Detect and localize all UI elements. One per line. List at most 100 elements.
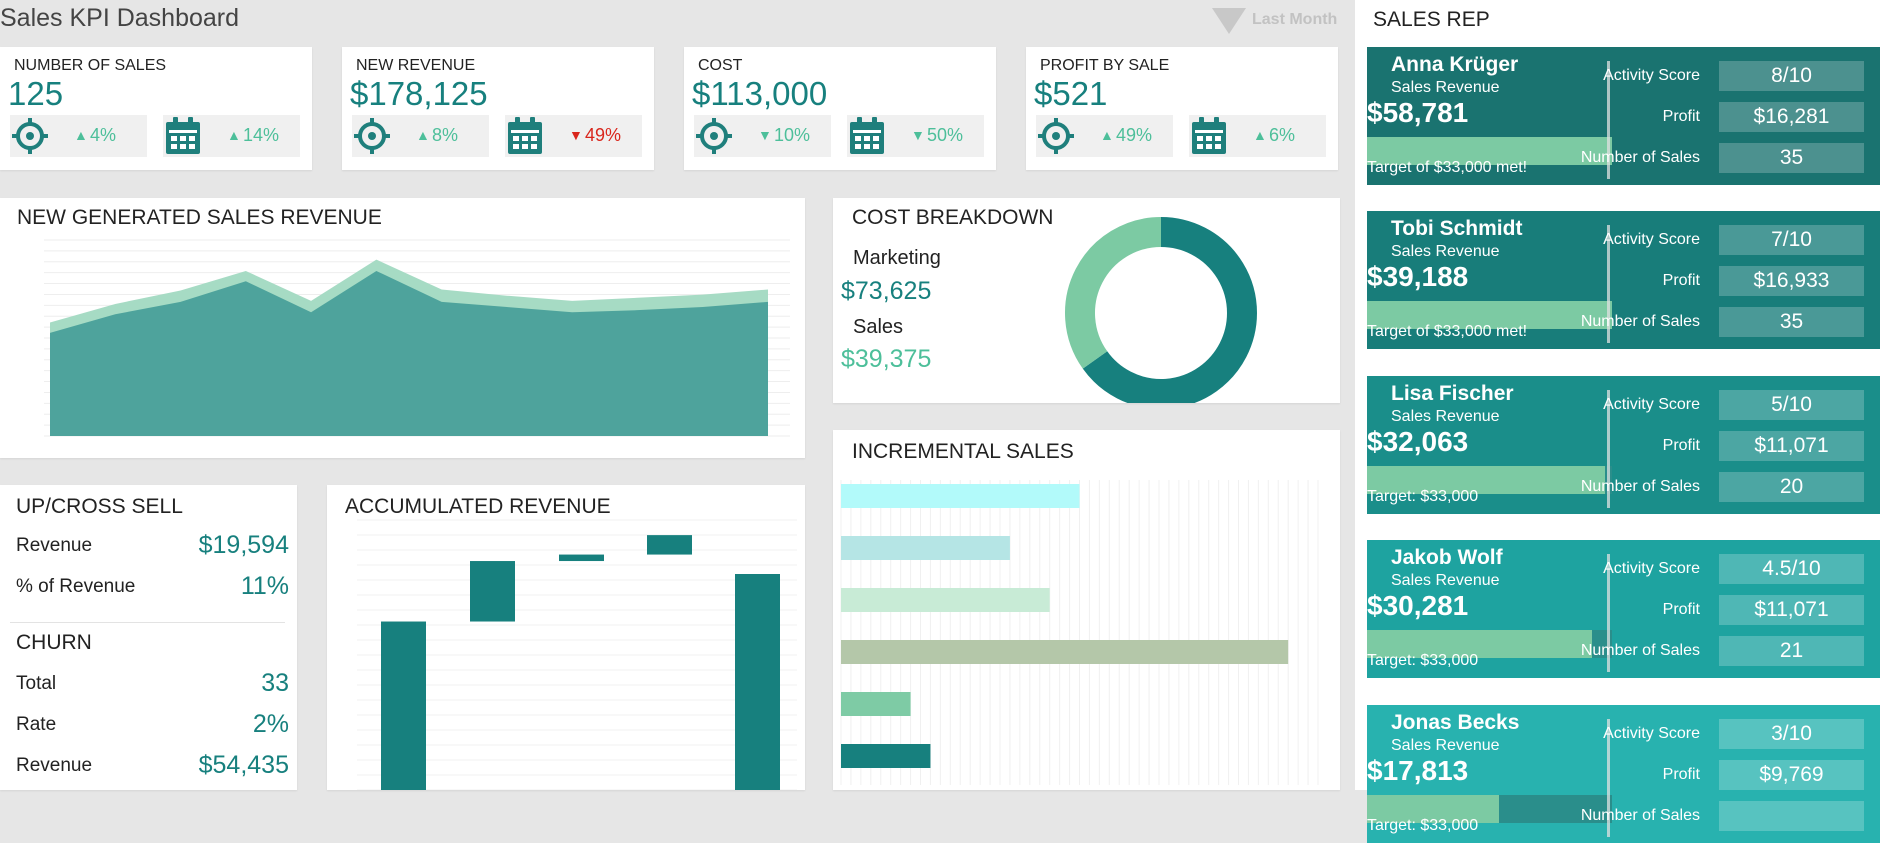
triangle-up-icon: ▲ (227, 127, 241, 143)
revenue-chart-card: NEW GENERATED SALES REVENUE (0, 198, 805, 458)
kpi-card: NEW REVENUE $178,125 ▲ 8% ▼ 49% (342, 47, 654, 170)
rep-metric-label: Number of Sales (1580, 149, 1700, 166)
rep-metric-label: Activity Score (1603, 725, 1700, 742)
period-filter[interactable]: Last Month (1212, 8, 1340, 34)
sales-rep-card[interactable]: Anna Krüger Sales Revenue $58,781 Target of… (1367, 47, 1880, 185)
rep-metric-label: Profit (1662, 272, 1700, 289)
rep-metric-value: $16,933 (1719, 266, 1864, 296)
triangle-down-icon (1212, 8, 1246, 34)
rep-metric-label: Activity Score (1603, 396, 1700, 413)
rep-metric-value: $11,071 (1719, 431, 1864, 461)
rep-metric-label: Profit (1662, 108, 1700, 125)
rep-sub-label: Sales Revenue (1391, 243, 1500, 260)
rep-revenue: $32,063 (1367, 426, 1469, 457)
rep-metric-label: Activity Score (1603, 560, 1700, 577)
rep-metric-value: $11,071 (1719, 595, 1864, 625)
incremental-sales-card: INCREMENTAL SALES (833, 430, 1340, 790)
kpi-period-change: 14% (243, 125, 280, 145)
triangle-up-icon: ▲ (1253, 127, 1267, 143)
cost-breakdown-card: COST BREAKDOWN Marketing $73,625 Sales $… (833, 198, 1340, 403)
waterfall-bar (735, 574, 780, 790)
kpi-period-compare: ▲ 6% (1189, 115, 1326, 157)
triangle-down-icon: ▼ (569, 127, 583, 143)
sales-rep-card[interactable]: Jakob Wolf Sales Revenue $30,281 Target: $3… (1367, 540, 1880, 678)
kpi-target-change: 4% (90, 125, 117, 145)
rep-name: Jonas Becks (1391, 711, 1520, 734)
rep-metric-value (1719, 801, 1864, 831)
rep-sub-label: Sales Revenue (1391, 408, 1500, 425)
incremental-bar (841, 536, 1010, 560)
triangle-down-icon: ▼ (911, 127, 925, 143)
incremental-bar-chart (840, 480, 1319, 785)
rep-sub-label: Sales Revenue (1391, 572, 1500, 589)
kpi-period-compare: ▲ 14% (163, 115, 300, 157)
sales-rep-panel: SALES REP Anna Krüger Sales Revenue $58,78… (1355, 0, 1880, 843)
rep-target-text: Target of $33,000 met! (1367, 159, 1528, 176)
kpi-card: NUMBER OF SALES 125 ▲ 4% ▲ 14% (0, 47, 312, 170)
target-icon (694, 115, 734, 157)
kpi-target-change: 8% (432, 125, 459, 145)
sales-rep-card[interactable]: Lisa Fischer Sales Revenue $32,063 Target: … (1367, 376, 1880, 514)
rep-metric-value: $9,769 (1719, 760, 1864, 790)
calendar-icon (163, 115, 203, 157)
upsell-pct-label: % of Revenue (16, 576, 136, 597)
rep-metric-value: 21 (1719, 636, 1864, 666)
kpi-target-compare: ▲ 8% (352, 115, 489, 157)
rep-name: Tobi Schmidt (1391, 217, 1523, 240)
kpi-target-change: 10% (774, 125, 811, 145)
rep-revenue: $30,281 (1367, 590, 1469, 621)
calendar-icon (1189, 115, 1229, 157)
rep-metric-value: 35 (1719, 307, 1864, 337)
kpi-period-compare: ▼ 49% (505, 115, 642, 157)
kpi-period-change: 50% (927, 125, 964, 145)
upsell-revenue-label: Revenue (16, 535, 93, 556)
rep-metric-label: Profit (1662, 437, 1700, 454)
rep-metric-label: Activity Score (1603, 67, 1700, 84)
kpi-value: 125 (8, 75, 64, 112)
rep-metric-value: 3/10 (1719, 719, 1864, 749)
sales-rep-card[interactable]: Tobi Schmidt Sales Revenue $39,188 Target o… (1367, 211, 1880, 349)
waterfall-bar (381, 621, 426, 790)
rep-target-text: Target: $33,000 (1367, 817, 1479, 834)
sales-rep-heading: SALES REP (1373, 8, 1490, 31)
sales-rep-card[interactable]: Jonas Becks Sales Revenue $17,813 Target: $… (1367, 705, 1880, 843)
section-divider (10, 622, 285, 623)
rep-sub-label: Sales Revenue (1391, 737, 1500, 754)
kpi-value: $521 (1034, 75, 1108, 112)
churn-revenue-label: Revenue (16, 755, 93, 776)
rep-name: Lisa Fischer (1391, 382, 1514, 405)
revenue-area-chart (44, 239, 790, 437)
kpi-card: PROFIT BY SALE $521 ▲ 49% ▲ 6% (1026, 47, 1338, 170)
rep-metric-label: Number of Sales (1580, 313, 1700, 330)
incremental-bar (841, 484, 1080, 508)
kpi-value: $178,125 (350, 75, 488, 112)
rep-metric-label: Activity Score (1603, 231, 1700, 248)
kpi-period-compare: ▼ 50% (847, 115, 984, 157)
calendar-icon (847, 115, 887, 157)
rep-target-text: Target: $33,000 (1367, 488, 1479, 505)
incremental-bar (841, 692, 911, 716)
target-icon (1036, 115, 1076, 157)
rep-metric-value: $16,281 (1719, 102, 1864, 132)
donut-slice (1065, 217, 1162, 369)
rep-revenue: $58,781 (1367, 97, 1469, 128)
incremental-bar (841, 744, 931, 768)
kpi-period-change: 49% (585, 125, 622, 145)
rep-target-text: Target of $33,000 met! (1367, 323, 1528, 340)
churn-rate-value: 2% (252, 710, 289, 738)
kpi-label: COST (698, 57, 743, 74)
kpi-card: COST $113,000 ▼ 10% ▼ 50% (684, 47, 996, 170)
churn-rate-label: Rate (16, 714, 57, 735)
churn-title: CHURN (16, 631, 92, 654)
rep-metric-value: 5/10 (1719, 390, 1864, 420)
upsell-revenue-value: $19,594 (198, 531, 289, 559)
rep-sub-label: Sales Revenue (1391, 79, 1500, 96)
waterfall-bar (559, 554, 604, 562)
rep-revenue: $17,813 (1367, 755, 1469, 786)
kpi-target-compare: ▲ 4% (10, 115, 147, 157)
rep-metric-value: 8/10 (1719, 61, 1864, 91)
accumulated-waterfall-chart (357, 519, 797, 790)
churn-total-label: Total (16, 673, 57, 694)
upsell-title: UP/CROSS SELL (16, 495, 183, 518)
rep-metric-value: 35 (1719, 143, 1864, 173)
